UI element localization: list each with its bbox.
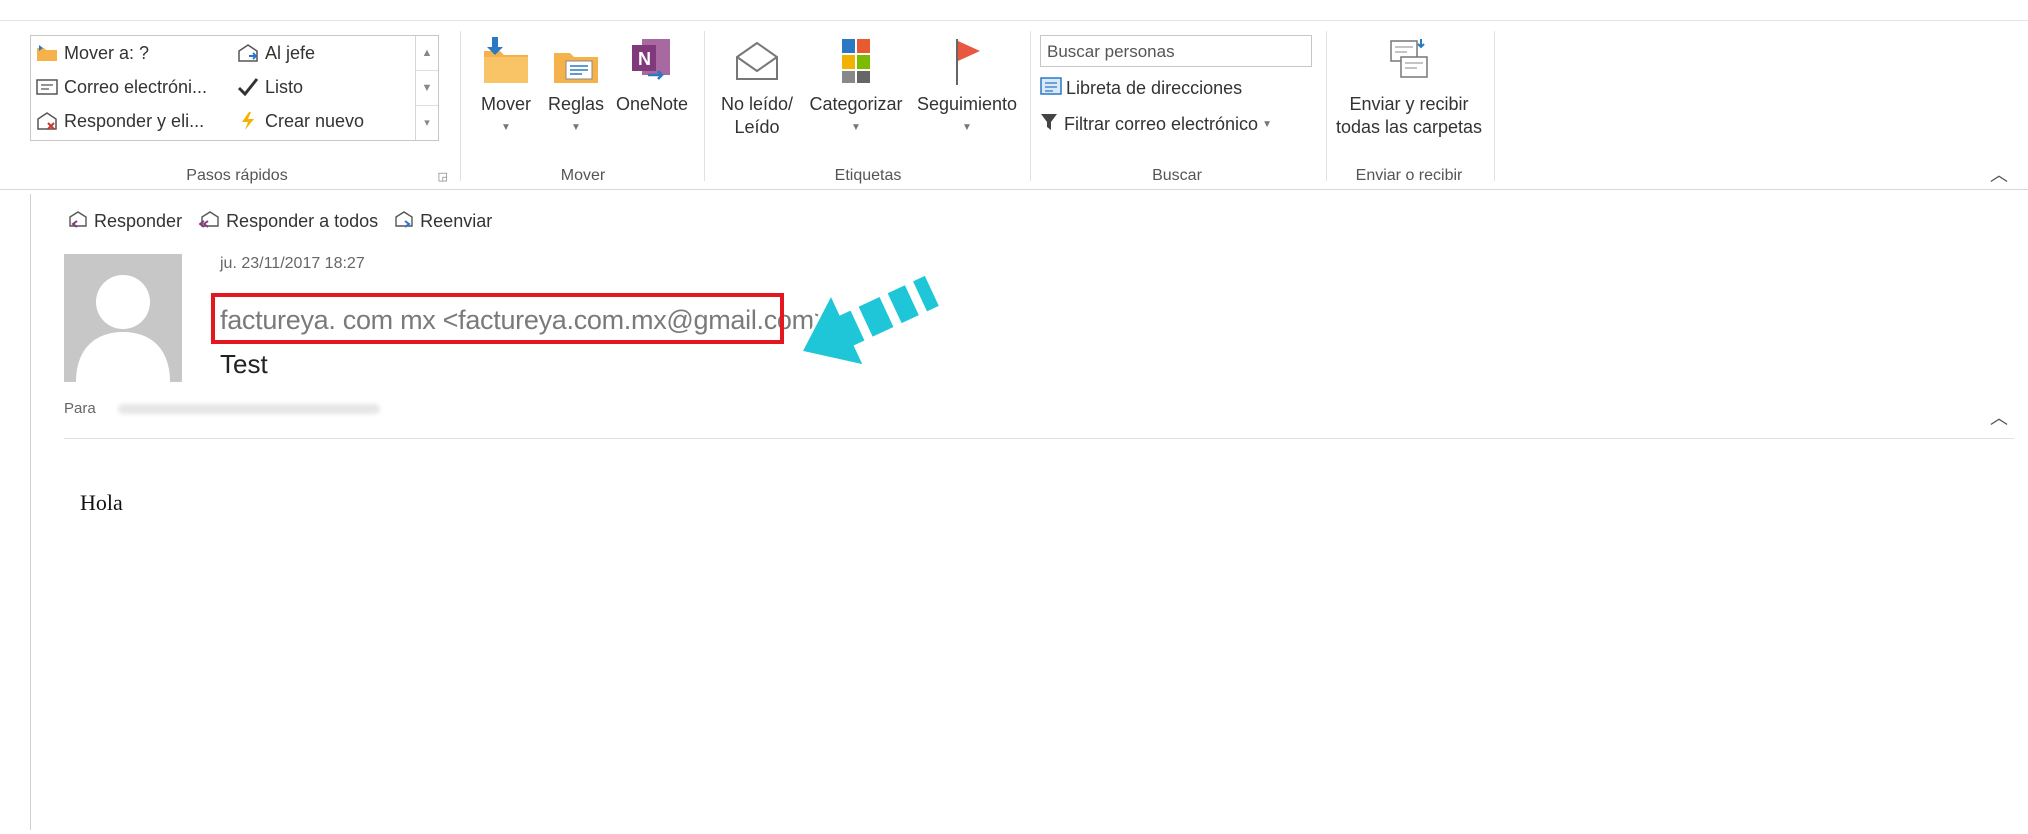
button-label: Seguimiento bbox=[916, 94, 1018, 114]
address-book-label: Libreta de direcciones bbox=[1066, 78, 1243, 98]
gallery-expand-icon[interactable]: ▾ bbox=[416, 106, 438, 140]
find-group: Buscar personas Libreta de direcciones F… bbox=[1032, 29, 1322, 187]
sender-avatar bbox=[64, 254, 182, 382]
onenote-button[interactable]: N OneNote bbox=[612, 35, 692, 116]
move-button[interactable]: Mover ▼ bbox=[474, 35, 538, 139]
quick-step-to-manager[interactable]: Al jefe bbox=[236, 42, 315, 64]
group-label: Pasos rápidos bbox=[186, 167, 288, 184]
quick-step-label: Al jefe bbox=[265, 42, 316, 63]
reply-all-label: Responder a todos bbox=[226, 211, 379, 231]
group-label: Buscar bbox=[1152, 167, 1202, 184]
reply-button[interactable]: Responder bbox=[68, 210, 182, 233]
address-book-icon bbox=[1040, 77, 1062, 100]
create-new-icon bbox=[236, 110, 260, 132]
quick-step-label: Crear nuevo bbox=[265, 110, 365, 131]
group-divider bbox=[460, 31, 461, 181]
group-divider bbox=[1326, 31, 1327, 181]
to-label: Para bbox=[64, 400, 96, 417]
send-receive-group: Enviar y recibir todas las carpetas Envi… bbox=[1328, 29, 1490, 187]
quick-step-label: Listo bbox=[265, 76, 304, 97]
filter-email-button[interactable]: Filtrar correo electrónico ▼ bbox=[1040, 113, 1272, 136]
checkmark-icon bbox=[236, 76, 260, 98]
message-actions: Responder Responder a todos Reenviar bbox=[68, 210, 492, 233]
redacted-recipient bbox=[118, 404, 380, 414]
reply-delete-icon bbox=[35, 110, 59, 132]
forward-label: Reenviar bbox=[420, 211, 493, 231]
forward-icon bbox=[394, 210, 414, 233]
button-label-line1: Enviar y recibir bbox=[1349, 94, 1469, 114]
rules-icon bbox=[552, 35, 600, 87]
reply-all-icon bbox=[198, 210, 220, 233]
address-book-button[interactable]: Libreta de direcciones bbox=[1040, 77, 1242, 100]
quick-step-label: Responder y eli... bbox=[64, 110, 205, 131]
button-label-line1: No leído/ bbox=[720, 94, 794, 114]
group-divider bbox=[1030, 31, 1031, 181]
ribbon: Mover a: ? Al jefe Correo electróni... L… bbox=[0, 21, 2028, 190]
move-folder-icon bbox=[482, 35, 530, 87]
callout-arrow bbox=[798, 271, 943, 364]
button-label: Categorizar bbox=[809, 94, 903, 114]
button-label: OneNote bbox=[615, 94, 689, 114]
quick-steps-gallery: Mover a: ? Al jefe Correo electróni... L… bbox=[30, 35, 439, 141]
button-label-line2: Leído bbox=[734, 117, 780, 137]
tags-group: No leído/ Leído Categorizar ▼ Seguimient… bbox=[708, 29, 1028, 187]
svg-text:N: N bbox=[638, 49, 651, 69]
button-label: Reglas bbox=[547, 94, 605, 114]
filter-icon bbox=[1040, 113, 1058, 136]
quick-steps-group: Mover a: ? Al jefe Correo electróni... L… bbox=[22, 29, 452, 187]
message-body: Hola bbox=[80, 490, 123, 515]
scroll-down-icon[interactable]: ▼ bbox=[416, 71, 438, 106]
dropdown-arrow-icon: ▼ bbox=[1262, 119, 1272, 130]
quick-steps-scrollbar[interactable]: ▲ ▼ ▾ bbox=[415, 36, 438, 140]
reading-pane-border bbox=[30, 194, 31, 830]
forward-manager-icon bbox=[236, 42, 260, 64]
group-divider bbox=[1494, 31, 1495, 181]
onenote-icon: N bbox=[628, 35, 676, 87]
quick-step-done[interactable]: Listo bbox=[236, 76, 303, 98]
collapse-ribbon-icon[interactable]: ︿ bbox=[1990, 161, 2008, 187]
categorize-button[interactable]: Categorizar ▼ bbox=[804, 35, 908, 139]
send-receive-icon bbox=[1385, 35, 1433, 87]
message-subject: Test bbox=[220, 349, 268, 379]
unread-read-button[interactable]: No leído/ Leído bbox=[712, 35, 802, 139]
scroll-up-icon[interactable]: ▲ bbox=[416, 36, 438, 71]
reply-all-button[interactable]: Responder a todos bbox=[198, 210, 378, 233]
group-label: Mover bbox=[560, 167, 606, 184]
unread-read-icon bbox=[733, 35, 781, 87]
dropdown-arrow-icon: ▼ bbox=[501, 122, 511, 133]
quick-step-label: Mover a: ? bbox=[64, 42, 150, 63]
quick-step-move-to[interactable]: Mover a: ? bbox=[35, 42, 149, 64]
quick-step-label: Correo electróni... bbox=[64, 76, 208, 97]
move-to-folder-icon bbox=[35, 42, 59, 64]
reply-label: Responder bbox=[94, 211, 183, 231]
button-label: Mover bbox=[480, 94, 531, 114]
reply-icon bbox=[68, 210, 88, 233]
move-group: Mover ▼ Reglas ▼ N OneNote Mover bbox=[466, 29, 700, 187]
quick-step-create-new[interactable]: Crear nuevo bbox=[236, 110, 364, 132]
quick-step-reply-delete[interactable]: Responder y eli... bbox=[35, 110, 204, 132]
dropdown-arrow-icon: ▼ bbox=[571, 122, 581, 133]
highlight-box bbox=[211, 293, 784, 344]
group-label: Enviar o recibir bbox=[1355, 167, 1463, 184]
follow-up-flag-icon bbox=[943, 35, 991, 87]
rules-button[interactable]: Reglas ▼ bbox=[544, 35, 608, 139]
email-icon bbox=[35, 76, 59, 98]
dropdown-arrow-icon: ▼ bbox=[851, 122, 861, 133]
categorize-icon bbox=[832, 35, 880, 87]
group-divider bbox=[704, 31, 705, 181]
send-receive-all-button[interactable]: Enviar y recibir todas las carpetas bbox=[1328, 35, 1490, 139]
quick-step-team-email[interactable]: Correo electróni... bbox=[35, 76, 207, 98]
button-label-line2: todas las carpetas bbox=[1335, 117, 1483, 137]
group-label: Etiquetas bbox=[834, 167, 902, 184]
forward-button[interactable]: Reenviar bbox=[394, 210, 492, 233]
filter-email-label: Filtrar correo electrónico bbox=[1064, 114, 1259, 134]
collapse-header-icon[interactable]: ︿ bbox=[1990, 404, 2008, 430]
search-people-input[interactable]: Buscar personas bbox=[1040, 35, 1312, 67]
message-date: ju. 23/11/2017 18:27 bbox=[220, 255, 365, 272]
header-divider bbox=[64, 438, 2014, 439]
follow-up-button[interactable]: Seguimiento ▼ bbox=[912, 35, 1022, 139]
dropdown-arrow-icon: ▼ bbox=[962, 122, 972, 133]
